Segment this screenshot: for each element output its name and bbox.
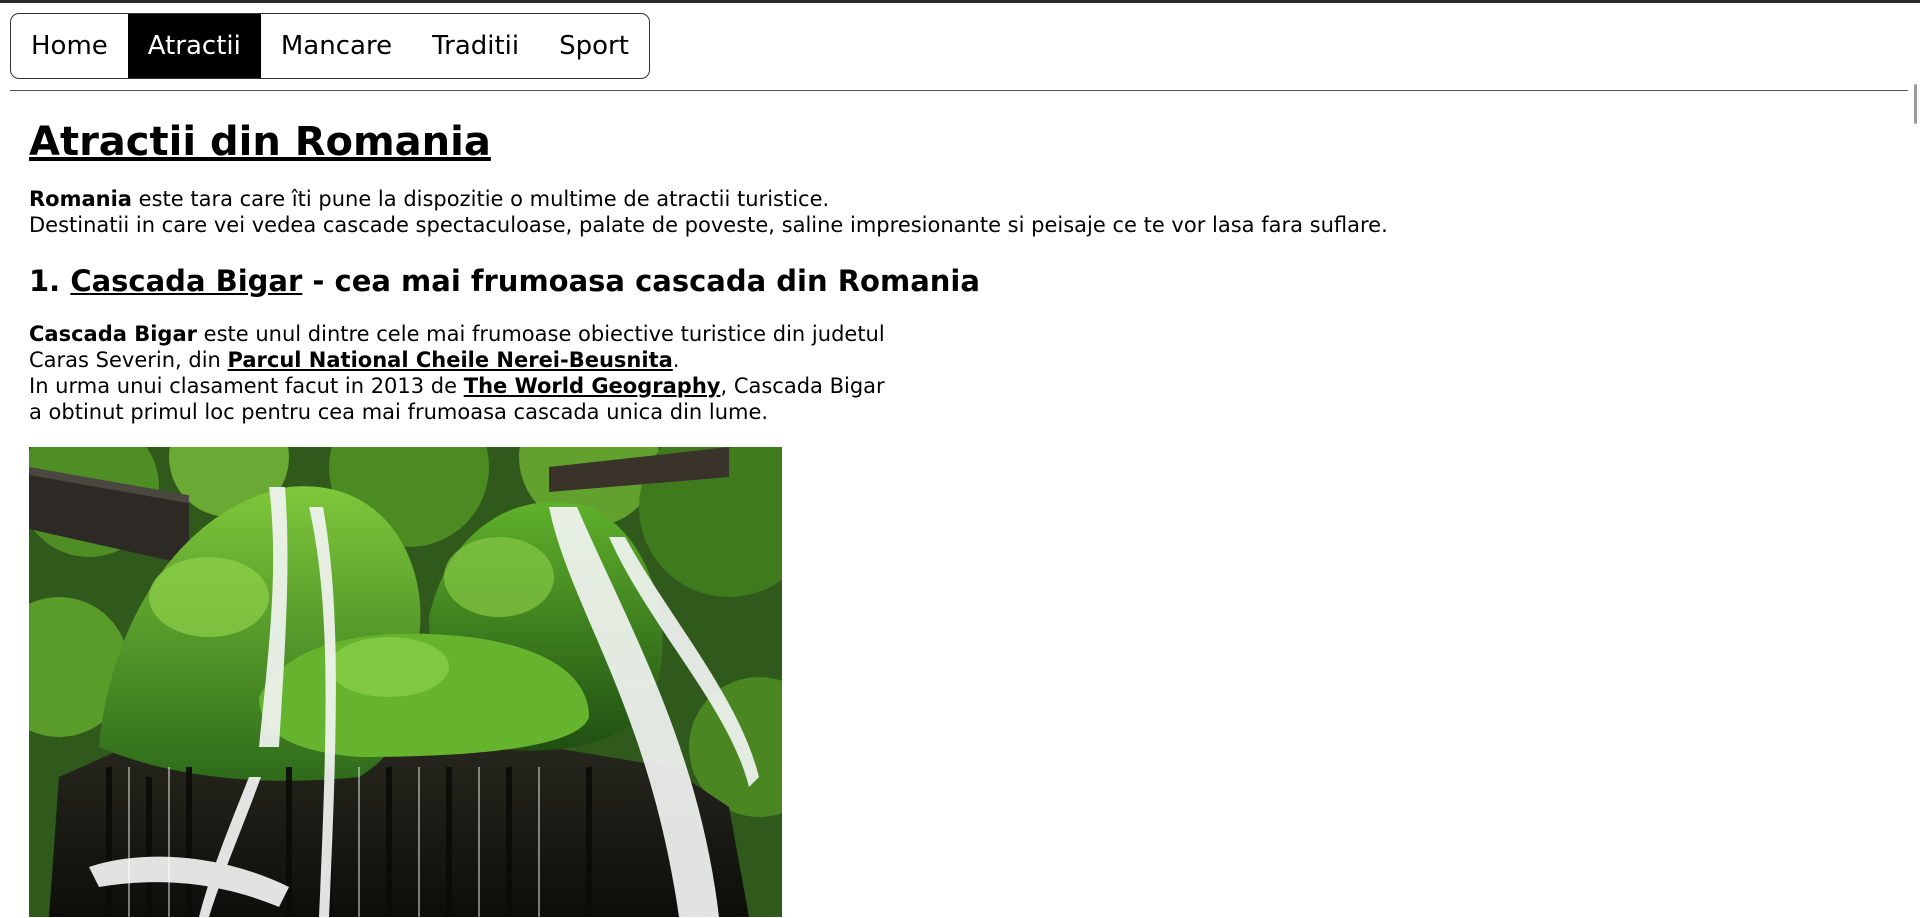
desc-text-5: , Cascada Bigar	[720, 374, 885, 398]
section-number: 1.	[29, 264, 61, 298]
desc-text-1: este unul dintre cele mai frumoase obiec…	[196, 322, 885, 346]
main-nav: Home Atractii Mancare Traditii Sport	[10, 13, 650, 79]
desc-text-4: In urma unui clasament facut in 2013 de	[29, 374, 464, 398]
section-heading-rest: - cea mai frumoasa cascada din Romania	[302, 264, 980, 298]
intro-line1: este tara care îti pune la dispozitie o …	[131, 187, 830, 211]
nav-item-sport[interactable]: Sport	[539, 14, 649, 78]
section-heading: 1. Cascada Bigar - cea mai frumoasa casc…	[29, 261, 1889, 301]
intro-line2: Destinatii in care vei vedea cascade spe…	[29, 213, 1388, 237]
main-content: Atractii din Romania Romania este tara c…	[29, 112, 1889, 917]
cascada-bigar-link[interactable]: Cascada Bigar	[70, 264, 302, 298]
desc-text-6: a obtinut primul loc pentru cea mai frum…	[29, 400, 769, 424]
desc-text-2: Caras Severin, din	[29, 348, 228, 372]
waterfall-illustration	[29, 447, 782, 917]
nav-item-atractii[interactable]: Atractii	[127, 14, 261, 78]
intro-bold: Romania	[29, 187, 132, 211]
nav-item-home[interactable]: Home	[11, 14, 128, 78]
nav-item-mancare[interactable]: Mancare	[261, 14, 412, 78]
scrollbar-thumb[interactable]	[1914, 84, 1917, 124]
world-geography-link[interactable]: The World Geography	[464, 374, 721, 398]
desc-text-3: .	[672, 348, 680, 372]
intro-paragraph: Romania este tara care îti pune la dispo…	[29, 186, 1889, 238]
desc-bold: Cascada Bigar	[29, 322, 197, 346]
waterfall-photo	[29, 447, 782, 917]
section-description: Cascada Bigar este unul dintre cele mai …	[29, 321, 889, 425]
window-top-border	[0, 0, 1920, 3]
nav-divider	[10, 90, 1908, 91]
park-link[interactable]: Parcul National Cheile Nerei-Beusnita	[228, 348, 673, 372]
nav-item-traditii[interactable]: Traditii	[412, 14, 539, 78]
page-title: Atractii din Romania	[29, 119, 491, 165]
